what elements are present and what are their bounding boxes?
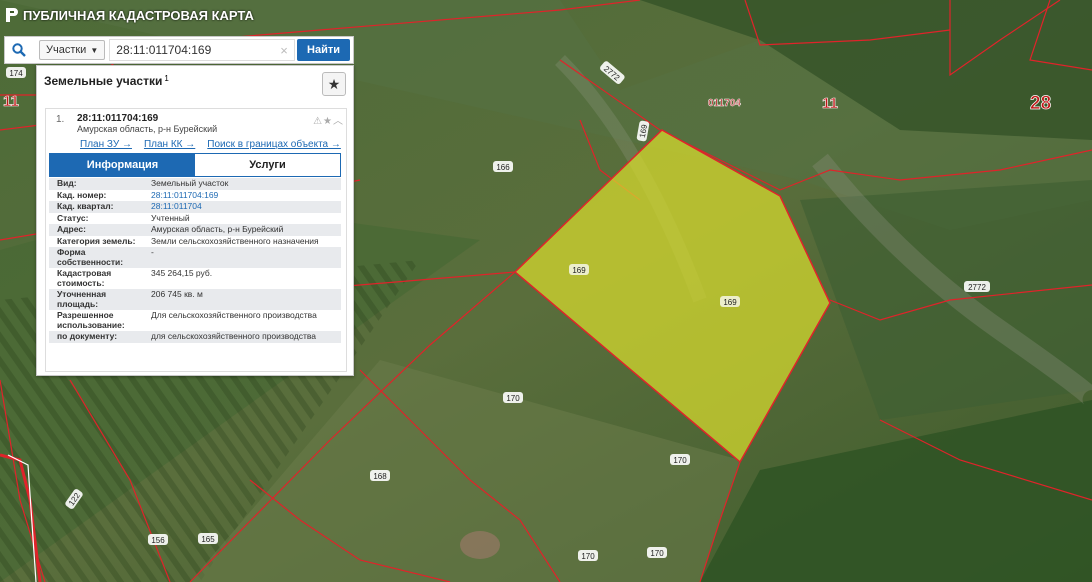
row-value: для сельскохозяйственного производства [151, 331, 317, 341]
row-key: Форма собственности: [57, 247, 124, 267]
svg-text:166: 166 [496, 163, 510, 172]
svg-text:169: 169 [723, 298, 737, 307]
label-168: 168 [370, 470, 390, 481]
row-value: Амурская область, р-н Бурейский [151, 224, 284, 234]
logo-icon [6, 8, 18, 22]
svg-text:170: 170 [673, 456, 687, 465]
table-row: Уточненная площадь: 206 745 кв. м [49, 289, 341, 310]
search-input[interactable] [109, 39, 296, 61]
result-tabs: Информация Услуги [49, 153, 341, 177]
tab-info[interactable]: Информация [50, 154, 195, 176]
results-header: Земельные участки 1 ★ [37, 66, 353, 102]
label-11-right: 11 [822, 95, 838, 112]
table-row: Вид: Земельный участок [49, 178, 341, 190]
table-row: Адрес: Амурская область, р-н Бурейский [49, 224, 341, 236]
svg-text:170: 170 [506, 394, 520, 403]
row-value: Земельный участок [151, 178, 229, 188]
row-value-link[interactable]: 28:11:011704 [147, 201, 341, 213]
table-row: Категория земель: Земли сельскохозяйстве… [49, 235, 341, 247]
label-156: 156 [148, 534, 168, 545]
row-key: Категория земель: [57, 235, 136, 246]
row-key: Вид: [57, 178, 77, 188]
label-170-a: 170 [503, 392, 523, 403]
table-row: по документу: для сельскохозяйственного … [49, 331, 341, 343]
table-row: Статус: Учтенный [49, 212, 341, 224]
search-in-bounds-link[interactable]: Поиск в границах объекта → [207, 139, 341, 150]
label-170-b: 170 [670, 454, 690, 465]
star-icon: ★ [327, 75, 341, 92]
row-value: 206 745 кв. м [151, 289, 203, 299]
row-value: Земли сельскохозяйственного назначения [151, 235, 319, 246]
svg-text:170: 170 [581, 552, 595, 561]
find-button[interactable]: Найти [297, 39, 350, 61]
chevron-up-icon[interactable]: ︿ [333, 116, 344, 127]
label-170-d: 170 [647, 547, 667, 558]
label-169-left: 169 [569, 264, 589, 275]
app-header: ПУБЛИЧНАЯ КАДАСТРОВАЯ КАРТА [0, 0, 360, 30]
table-row: Кадастровая стоимость: 345 264,15 руб. [49, 268, 341, 289]
row-key: Статус: [57, 212, 89, 223]
row-value: Для сельскохозяйственного производства [151, 310, 317, 320]
svg-text:170: 170 [650, 549, 664, 558]
result-links: План ЗУ → План КК → Поиск в границах объ… [80, 139, 341, 150]
table-row: Кад. квартал: 28:11:011704 [49, 201, 341, 213]
result-card: 1. 28:11:011704:169 Амурская область, р-… [45, 108, 347, 372]
row-key: Кад. номер: [57, 189, 107, 200]
row-value: - [151, 247, 154, 257]
row-key: Разрешенное использование: [57, 310, 125, 330]
row-key: Кадастровая стоимость: [57, 268, 112, 288]
results-panel: Земельные участки 1 ★ 1. 28:11:011704:16… [36, 65, 354, 376]
table-row: Разрешенное использование: Для сельскохо… [49, 310, 341, 331]
object-type-select[interactable]: Участки ▼ [39, 40, 106, 60]
result-address: Амурская область, р-н Бурейский [77, 124, 218, 134]
row-value: Учтенный [151, 212, 190, 223]
app-title: ПУБЛИЧНАЯ КАДАСТРОВАЯ КАРТА [23, 7, 254, 23]
svg-text:2772: 2772 [968, 283, 986, 292]
row-key: Кад. квартал: [57, 201, 114, 211]
row-value: 345 264,15 руб. [151, 268, 213, 278]
label-166: 166 [493, 161, 513, 172]
tab-services[interactable]: Услуги [195, 154, 340, 176]
label-169-center: 169 [720, 296, 740, 307]
label-165: 165 [198, 533, 218, 544]
search-icon[interactable] [5, 37, 33, 63]
search-bar: Участки ▼ × Найти [4, 36, 354, 64]
results-title: Земельные участки [44, 74, 163, 88]
row-value-link[interactable]: 28:11:011704:169 [147, 190, 341, 202]
result-index: 1. [56, 114, 65, 125]
row-key: Уточненная площадь: [57, 289, 107, 309]
label-2772-right: 2772 [964, 281, 990, 292]
svg-text:169: 169 [572, 266, 586, 275]
result-cad-number[interactable]: 28:11:011704:169 [77, 113, 158, 124]
soil-spot [460, 531, 500, 559]
label-11-left: 11 [3, 93, 19, 110]
label-28: 28 [1030, 93, 1051, 114]
info-table: Вид: Земельный участок Кад. номер: 28:11… [49, 178, 341, 343]
row-key: Адрес: [57, 224, 86, 234]
warning-icon[interactable]: ⚠ [313, 116, 323, 127]
label-quarter: 011704 [708, 98, 741, 109]
star-icon[interactable]: ★ [323, 116, 333, 127]
svg-text:168: 168 [373, 472, 387, 481]
svg-text:165: 165 [201, 535, 215, 544]
object-type-label: Участки [46, 44, 87, 56]
table-row: Кад. номер: 28:11:011704:169 [49, 189, 341, 202]
label-170-c: 170 [578, 550, 598, 561]
favorites-button[interactable]: ★ [322, 72, 346, 96]
result-tools: ⚠★︿ [313, 112, 344, 127]
row-key: по документу: [57, 331, 118, 341]
results-count: 1 [164, 74, 169, 83]
table-row: Форма собственности: - [49, 247, 341, 268]
plan-kk-link[interactable]: План КК → [144, 139, 195, 150]
plan-zu-link[interactable]: План ЗУ → [80, 139, 132, 150]
label-174: 174 [6, 67, 26, 78]
clear-icon[interactable]: × [277, 43, 291, 58]
chevron-down-icon: ▼ [90, 45, 99, 55]
svg-text:174: 174 [9, 69, 23, 78]
svg-text:156: 156 [151, 536, 165, 545]
